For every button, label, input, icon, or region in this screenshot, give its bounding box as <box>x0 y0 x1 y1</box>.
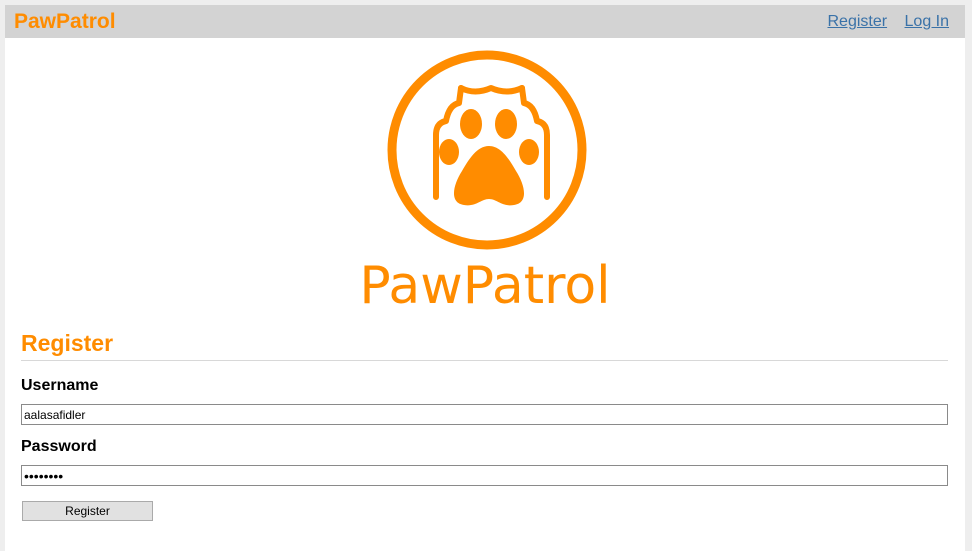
register-link[interactable]: Register <box>827 13 887 30</box>
nav-links: Register Log In <box>814 12 949 32</box>
title-divider <box>21 360 948 361</box>
register-button[interactable]: Register <box>22 501 153 521</box>
username-input[interactable] <box>21 404 948 425</box>
logo-wordmark: PawPatrol <box>359 256 610 309</box>
brand-title[interactable]: PawPatrol <box>14 10 116 34</box>
password-label: Password <box>21 438 97 455</box>
navbar: PawPatrol Register Log In <box>5 5 965 38</box>
username-label: Username <box>21 377 99 394</box>
page: PawPatrol Register Log In PawPatrol Regi… <box>5 5 965 551</box>
password-input[interactable] <box>21 465 948 486</box>
paw-circle-icon: PawPatrol <box>359 50 611 316</box>
pawpatrol-logo: PawPatrol <box>339 43 631 316</box>
page-title: Register <box>21 330 114 356</box>
login-link[interactable]: Log In <box>905 13 949 30</box>
